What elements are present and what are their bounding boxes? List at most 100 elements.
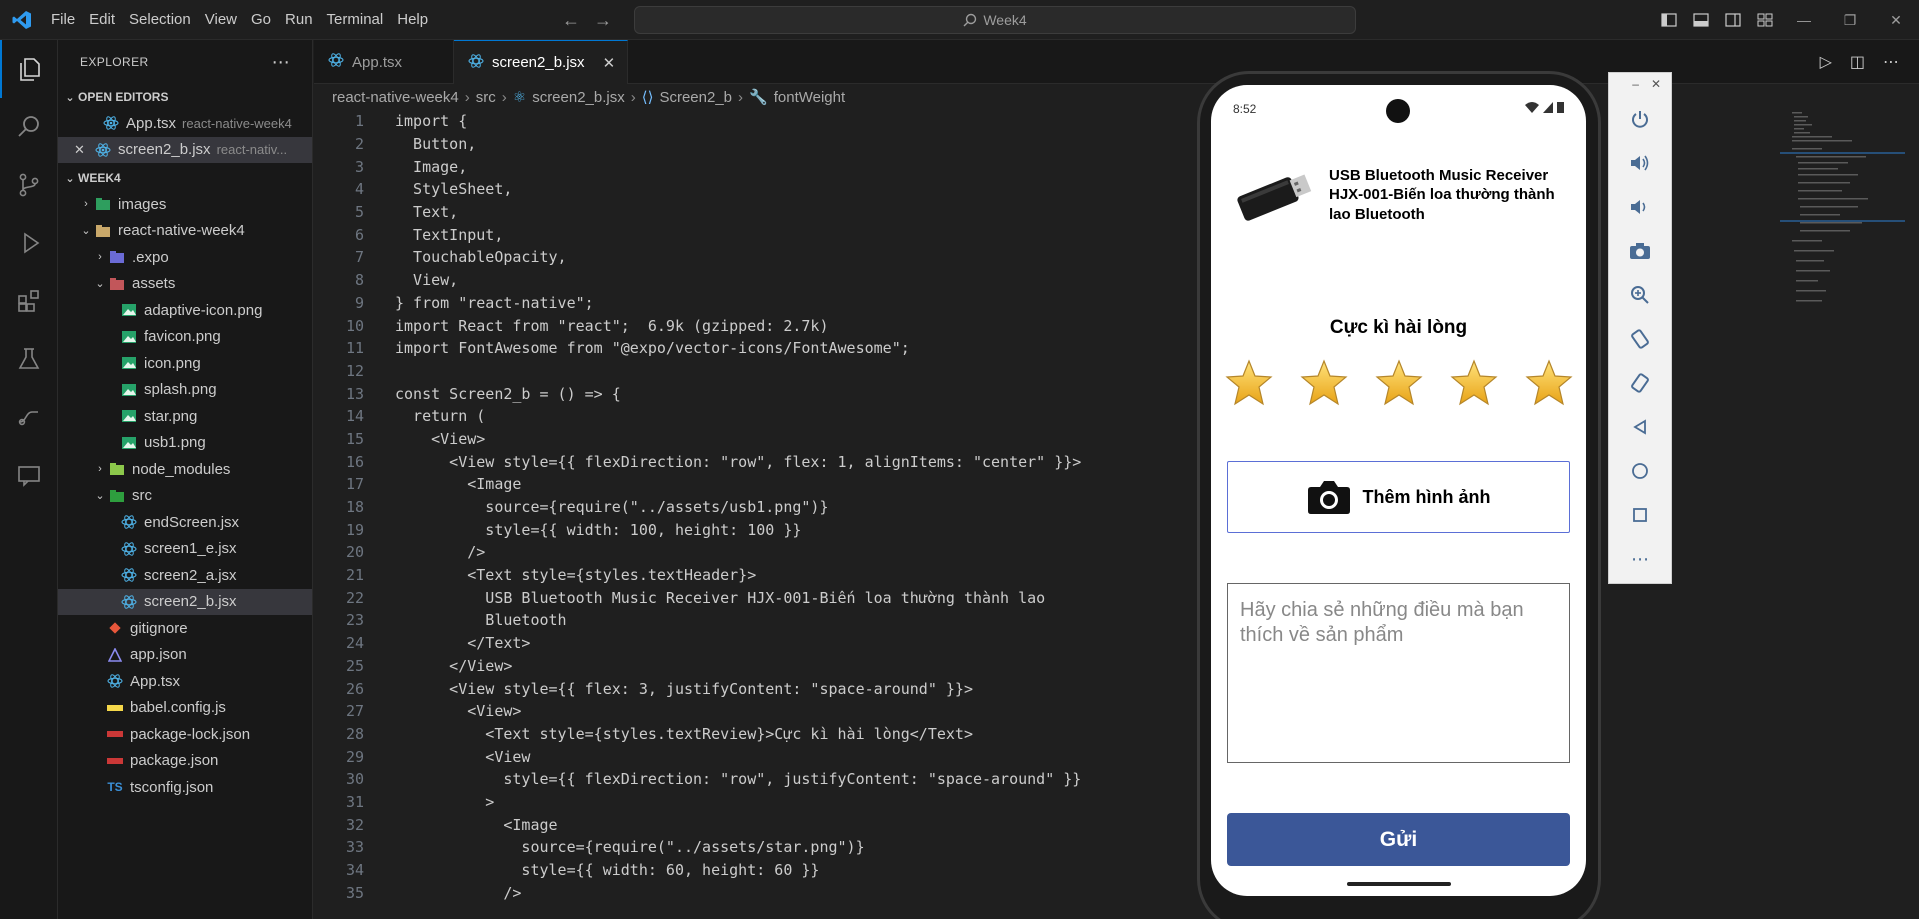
open-editor-item[interactable]: App.tsx react-native-week4 (58, 110, 312, 137)
tree-file[interactable]: star.png (58, 403, 312, 430)
code-line[interactable]: 13 const Screen2_b = () => { (314, 382, 1199, 405)
tree-file[interactable]: screen1_e.jsx (58, 536, 312, 563)
command-center-search[interactable]: Week4 (634, 6, 1356, 34)
tree-file-active[interactable]: screen2_b.jsx (58, 588, 312, 615)
code-line[interactable]: 21 <Text style={styles.textHeader}> (314, 564, 1199, 587)
tab-app-tsx[interactable]: App.tsx (314, 40, 454, 84)
more-actions-icon[interactable]: ⋯ (1883, 52, 1899, 72)
tree-file[interactable]: screen2_a.jsx (58, 562, 312, 589)
close-icon[interactable]: ✕ (603, 54, 616, 72)
star-icon[interactable] (1294, 353, 1354, 413)
submit-button[interactable]: Gửi (1227, 813, 1570, 866)
tree-file[interactable]: babel.config.js (58, 695, 312, 722)
tree-folder-assets[interactable]: ⌄ assets (58, 271, 312, 298)
tree-file[interactable]: TS tsconfig.json (58, 774, 312, 801)
tree-file[interactable]: icon.png (58, 350, 312, 377)
code-line[interactable]: 6 TextInput, (314, 223, 1199, 246)
restore-icon[interactable]: ❐ (1827, 0, 1873, 40)
tree-file[interactable]: usb1.png (58, 430, 312, 457)
code-line[interactable]: 2 Button, (314, 133, 1199, 156)
tree-folder-node-modules[interactable]: › node_modules (58, 456, 312, 483)
star-icon[interactable] (1369, 353, 1429, 413)
workspace-section[interactable]: ⌄ WEEK4 (58, 165, 312, 191)
open-editor-item-active[interactable]: ✕ screen2_b.jsx react-nativ... (58, 136, 312, 163)
code-editor[interactable]: 1 import {2 Button, 3 Image, 4 StyleSheet, 5… (314, 110, 1199, 919)
code-line[interactable]: 20 /> (314, 541, 1199, 564)
code-line[interactable]: 30 style={{ flexDirection: "row", justif… (314, 768, 1199, 791)
code-line[interactable]: 34 style={{ width: 60, height: 60 }} (314, 859, 1199, 882)
code-line[interactable]: 5 Text, (314, 201, 1199, 224)
tree-folder-src[interactable]: ⌄ src (58, 483, 312, 510)
open-editors-section[interactable]: ⌄ OPEN EDITORS (58, 84, 312, 110)
breadcrumb-item[interactable]: src (476, 89, 496, 106)
power-icon[interactable] (1609, 97, 1671, 141)
more-actions-icon[interactable]: ⋯ (272, 52, 290, 73)
review-textarea[interactable]: Hãy chia sẻ những điều mà bạn thích về s… (1227, 583, 1570, 763)
tree-folder-images[interactable]: › images (58, 191, 312, 218)
tree-file[interactable]: App.tsx (58, 668, 312, 695)
breadcrumb-item[interactable]: fontWeight (774, 89, 845, 106)
editor-scrollbar[interactable] (1905, 110, 1919, 919)
back-arrow-icon[interactable]: ← (562, 10, 580, 31)
split-editor-icon[interactable]: ◫ (1850, 52, 1865, 72)
menu-terminal[interactable]: Terminal (320, 0, 391, 40)
menu-view[interactable]: View (198, 0, 244, 40)
screenshot-icon[interactable] (1609, 229, 1671, 273)
code-line[interactable]: 28 <Text style={styles.textReview}>Cực k… (314, 723, 1199, 746)
volume-up-icon[interactable] (1609, 141, 1671, 185)
menu-file[interactable]: File (44, 0, 82, 40)
extensions-icon[interactable] (0, 272, 58, 330)
code-line[interactable]: 27 <View> (314, 700, 1199, 723)
volume-down-icon[interactable] (1609, 185, 1671, 229)
code-line[interactable]: 14 return ( (314, 405, 1199, 428)
minimize-icon[interactable]: — (1781, 0, 1827, 40)
source-control-icon[interactable] (0, 156, 58, 214)
code-line[interactable]: 35 /> (314, 881, 1199, 904)
breadcrumb-item[interactable]: react-native-week4 (332, 89, 459, 106)
tree-file[interactable]: app.json (58, 642, 312, 669)
code-line[interactable]: 26 <View style={{ flex: 3, justifyConten… (314, 677, 1199, 700)
code-line[interactable]: 8 View, (314, 269, 1199, 292)
code-line[interactable]: 19 style={{ width: 100, height: 100 }} (314, 518, 1199, 541)
code-line[interactable]: 16 <View style={{ flexDirection: "row", … (314, 450, 1199, 473)
breadcrumb-item[interactable]: screen2_b.jsx (532, 89, 625, 106)
forward-arrow-icon[interactable]: → (594, 10, 612, 31)
code-line[interactable]: 24 </Text> (314, 632, 1199, 655)
close-icon[interactable]: ✕ (74, 142, 94, 158)
code-line[interactable]: 10 import React from "react"; 6.9k (gzipp… (314, 314, 1199, 337)
more-options-icon[interactable]: ⋯ (1609, 537, 1671, 581)
code-line[interactable]: 15 <View> (314, 428, 1199, 451)
code-line[interactable]: 9} from "react-native"; (314, 292, 1199, 315)
menu-go[interactable]: Go (244, 0, 278, 40)
chat-icon[interactable] (0, 446, 58, 504)
close-icon[interactable]: ✕ (1651, 77, 1661, 93)
star-icon[interactable] (1519, 353, 1579, 413)
run-debug-icon[interactable] (0, 214, 58, 272)
code-line[interactable]: 33 source={require("../assets/star.png")… (314, 836, 1199, 859)
menu-help[interactable]: Help (390, 0, 435, 40)
code-line[interactable]: 31 > (314, 791, 1199, 814)
add-photo-button[interactable]: Thêm hình ảnh (1227, 461, 1570, 533)
code-line[interactable]: 7 TouchableOpacity, (314, 246, 1199, 269)
remote-explorer-icon[interactable] (0, 388, 58, 446)
code-line[interactable]: 29 <View (314, 745, 1199, 768)
code-line[interactable]: 1 import { (314, 110, 1199, 133)
menu-selection[interactable]: Selection (122, 0, 198, 40)
tree-folder-project[interactable]: ⌄ react-native-week4 (58, 218, 312, 245)
star-icon[interactable] (1219, 353, 1279, 413)
search-sidebar-icon[interactable] (0, 98, 58, 156)
minimap[interactable] (1780, 110, 1905, 919)
code-line[interactable]: 11 import FontAwesome from "@expo/vector-… (314, 337, 1199, 360)
code-line[interactable]: 3 Image, (314, 155, 1199, 178)
back-icon[interactable] (1609, 405, 1671, 449)
rotate-left-icon[interactable] (1609, 317, 1671, 361)
code-line[interactable]: 23 Bluetooth (314, 609, 1199, 632)
code-line[interactable]: 4 StyleSheet, (314, 178, 1199, 201)
toggle-secondary-sidebar-icon[interactable] (1717, 0, 1749, 40)
explorer-icon[interactable] (0, 40, 58, 98)
tree-file[interactable]: splash.png (58, 377, 312, 404)
close-window-icon[interactable]: ✕ (1873, 0, 1919, 40)
home-indicator[interactable] (1347, 882, 1451, 886)
testing-icon[interactable] (0, 330, 58, 388)
breadcrumb-item[interactable]: Screen2_b (659, 89, 732, 106)
